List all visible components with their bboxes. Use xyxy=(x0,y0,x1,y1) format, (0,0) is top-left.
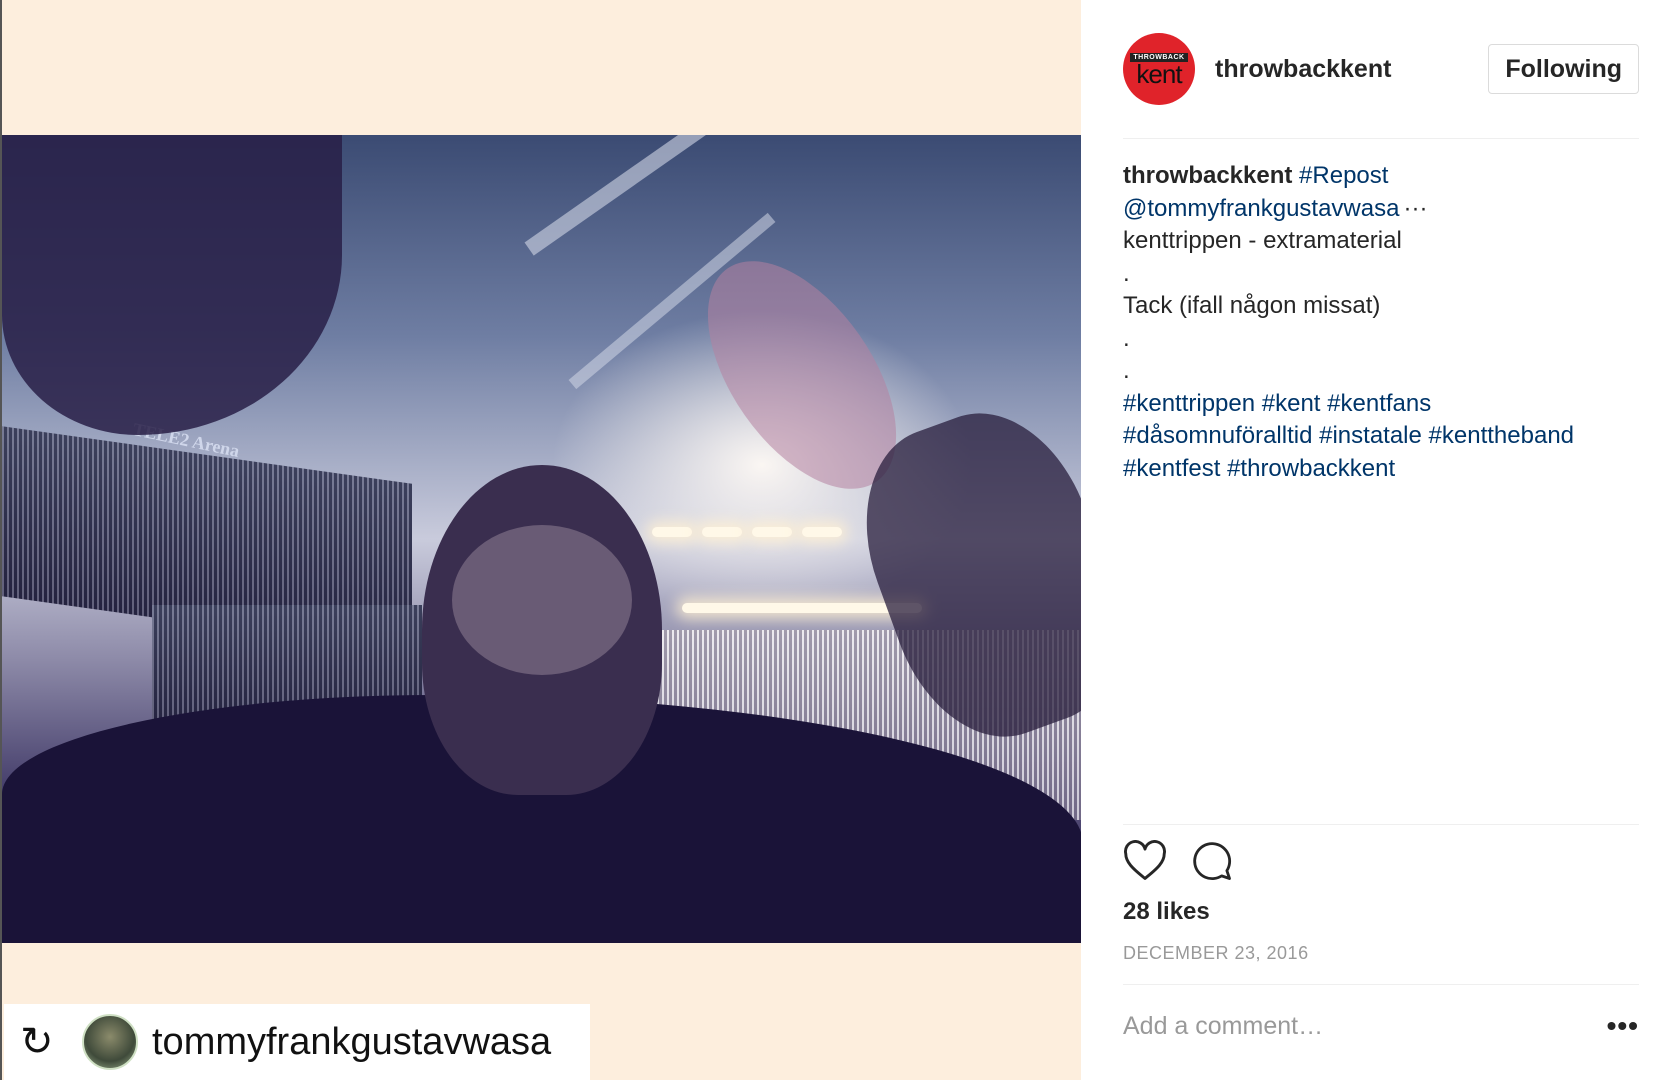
post-media[interactable]: TELE2 Arena ↻ tommyfrankgustavwasa xyxy=(0,0,1081,1080)
hashtag-link[interactable]: #kenttheband xyxy=(1429,422,1574,449)
comment-row: ••• xyxy=(1123,1010,1639,1042)
likes-count[interactable]: 28 likes xyxy=(1123,898,1210,926)
hashtag-link[interactable]: #dåsomnuföralltid xyxy=(1123,422,1312,449)
avatar-text-bottom: kent xyxy=(1136,58,1182,89)
caption-text: Tack (ifall någon missat) xyxy=(1123,292,1381,319)
post-date: DECEMBER 23, 2016 xyxy=(1123,943,1309,963)
comment-icon[interactable] xyxy=(1191,840,1233,882)
repost-username: tommyfrankgustavwasa xyxy=(152,1020,552,1063)
comment-divider xyxy=(1123,984,1639,985)
hashtag-link[interactable]: #kenttrippen xyxy=(1123,390,1255,417)
caption-text: . xyxy=(1123,324,1130,352)
post-actions xyxy=(1123,840,1233,882)
repost-avatar xyxy=(82,1014,138,1070)
profile-avatar[interactable]: THROWBACK kent xyxy=(1123,33,1195,105)
following-button[interactable]: Following xyxy=(1488,44,1639,94)
repost-attribution-bar: ↻ tommyfrankgustavwasa xyxy=(4,1004,590,1080)
caption-more-button[interactable]: ··· xyxy=(1403,195,1427,222)
post-header: THROWBACK kent throwbackkent Following xyxy=(1123,32,1639,106)
hashtag-link[interactable]: #throwbackkent xyxy=(1227,455,1395,482)
heart-icon[interactable] xyxy=(1123,840,1167,882)
header-divider xyxy=(1123,138,1639,139)
actions-divider xyxy=(1123,824,1639,825)
hashtag-link[interactable]: #Repost xyxy=(1299,162,1388,189)
hashtag-link[interactable]: #kentfest xyxy=(1123,455,1220,482)
hashtag-link[interactable]: #kent xyxy=(1262,390,1321,417)
caption-text: . xyxy=(1123,259,1130,287)
post-sidebar: THROWBACK kent throwbackkent Following t… xyxy=(1081,0,1680,1080)
more-options-icon[interactable]: ••• xyxy=(1607,1010,1639,1042)
caption-text: . xyxy=(1123,357,1130,384)
concert-photo[interactable]: TELE2 Arena xyxy=(2,135,1081,943)
hashtag-link[interactable]: #instatale xyxy=(1319,422,1422,449)
comment-input[interactable] xyxy=(1123,1011,1607,1041)
hashtag-link[interactable]: #kentfans xyxy=(1327,390,1431,417)
repost-icon: ↻ xyxy=(20,1019,54,1065)
mention-link[interactable]: @tommyfrankgustavwasa xyxy=(1123,195,1399,222)
caption-text: kenttrippen - extramaterial xyxy=(1123,227,1402,254)
post-caption: throwbackkent #Repost @tommyfrankgustavw… xyxy=(1123,160,1639,485)
caption-username[interactable]: throwbackkent xyxy=(1123,162,1292,189)
profile-username[interactable]: throwbackkent xyxy=(1215,55,1488,84)
